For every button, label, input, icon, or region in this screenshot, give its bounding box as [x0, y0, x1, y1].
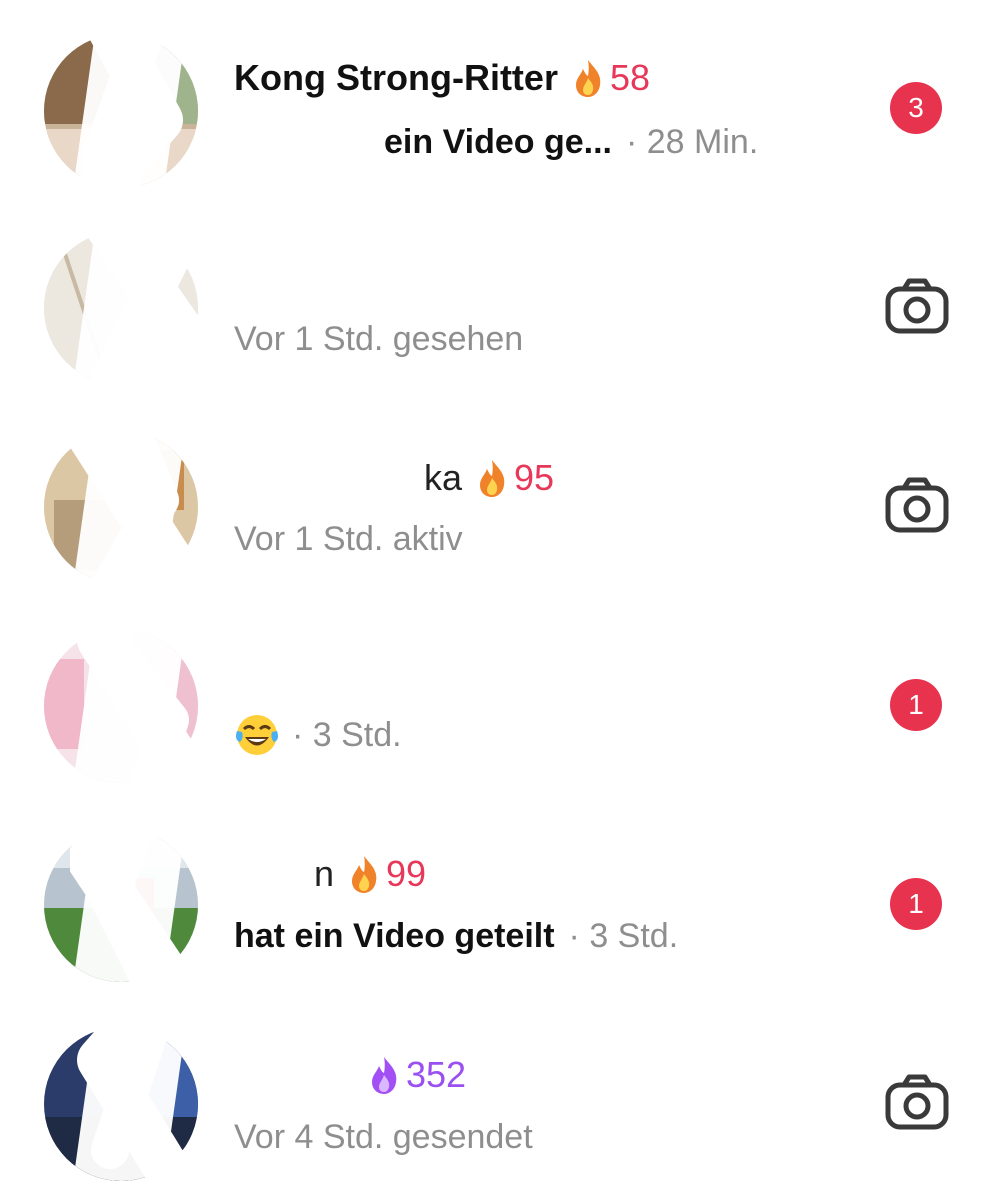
- conversation-list: Kong Strong-Ritter 58 ein Video ge... · …: [0, 0, 996, 1200]
- avatar[interactable]: [44, 430, 198, 584]
- camera-icon[interactable]: [884, 277, 950, 335]
- camera-icon[interactable]: [884, 1073, 950, 1131]
- camera-icon[interactable]: [884, 476, 950, 534]
- streak-count: 58: [609, 57, 650, 98]
- unread-badge[interactable]: 3: [890, 82, 942, 134]
- timestamp: · 3 Std.: [568, 916, 679, 955]
- name-line: ka 95: [234, 452, 554, 504]
- tears-of-joy-emoji-icon: [236, 715, 278, 755]
- avatar[interactable]: [44, 1027, 198, 1181]
- name-line: n 99: [234, 848, 426, 900]
- avatar[interactable]: [44, 629, 198, 783]
- conversation-row[interactable]: Vor 1 Std. gesehen: [0, 199, 996, 398]
- timestamp: · 3 Std.: [292, 715, 402, 754]
- avatar[interactable]: [44, 828, 198, 982]
- fire-icon: [480, 460, 505, 497]
- name-line: 352: [234, 1049, 466, 1101]
- contact-name: Kong Strong-Ritter: [234, 57, 558, 98]
- conversation-row[interactable]: 352 Vor 4 Std. gesendet: [0, 995, 996, 1194]
- subtitle-line: Vor 4 Std. gesendet: [234, 1112, 533, 1162]
- activity-status: Vor 1 Std. aktiv: [234, 519, 463, 558]
- fire-icon: [352, 856, 377, 893]
- subtitle-line: ein Video ge... · 28 Min.: [234, 117, 758, 167]
- fire-icon: [372, 1057, 397, 1094]
- subtitle-line: Vor 1 Std. aktiv: [234, 514, 463, 564]
- avatar[interactable]: [44, 231, 198, 385]
- streak-count: 352: [406, 1054, 467, 1095]
- name-line: Kong Strong-Ritter 58: [234, 52, 650, 104]
- last-message: hat ein Video geteilt: [234, 916, 555, 955]
- activity-status: Vor 4 Std. gesendet: [234, 1117, 533, 1156]
- last-message: ein Video ge...: [384, 122, 612, 161]
- subtitle-line: · 3 Std.: [234, 710, 402, 760]
- timestamp: · 28 Min.: [626, 122, 759, 161]
- activity-status: Vor 1 Std. gesehen: [234, 319, 524, 358]
- avatar[interactable]: [44, 34, 198, 188]
- conversation-row[interactable]: ka 95 Vor 1 Std. aktiv: [0, 398, 996, 597]
- unread-badge[interactable]: 1: [890, 679, 942, 731]
- streak-count: 99: [386, 853, 427, 894]
- conversation-row[interactable]: n 99 hat ein Video geteilt · 3 Std. 1: [0, 796, 996, 995]
- streak-count: 95: [514, 457, 555, 498]
- conversation-row[interactable]: · 3 Std. 1: [0, 597, 996, 796]
- subtitle-line: Vor 1 Std. gesehen: [234, 314, 523, 364]
- conversation-row[interactable]: Kong Strong-Ritter 58 ein Video ge... · …: [0, 0, 996, 199]
- unread-badge[interactable]: 1: [890, 878, 942, 930]
- contact-name: ka: [424, 457, 463, 498]
- contact-name: n: [314, 853, 335, 894]
- fire-icon: [575, 60, 601, 97]
- subtitle-line: hat ein Video geteilt · 3 Std.: [234, 911, 678, 961]
